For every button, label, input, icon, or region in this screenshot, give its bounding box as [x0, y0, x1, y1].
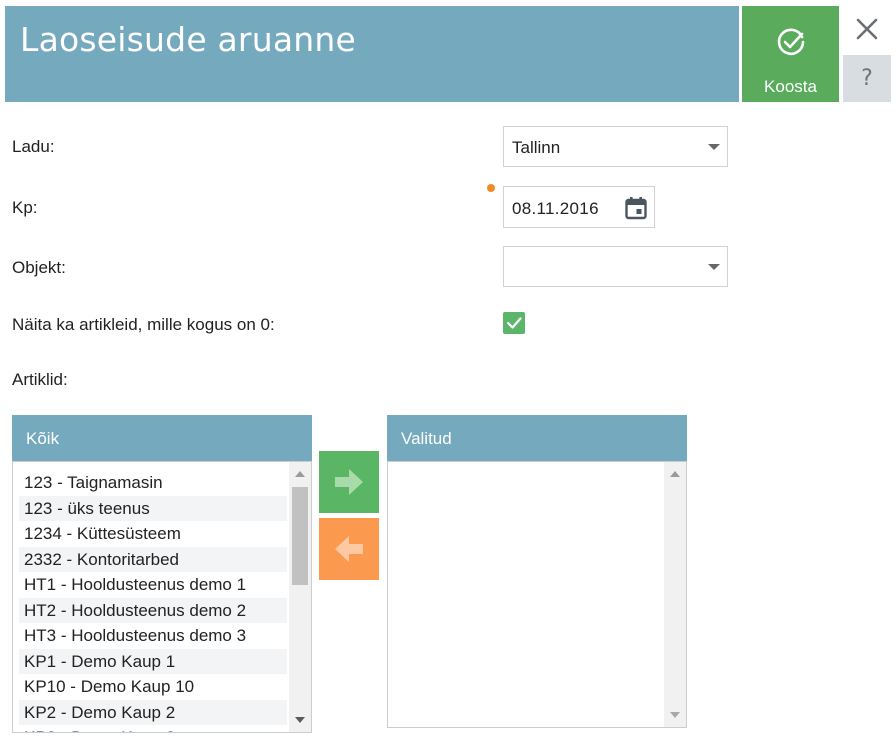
- selected-items-scrollbar[interactable]: [664, 462, 686, 727]
- help-button[interactable]: ?: [843, 55, 891, 102]
- list-item[interactable]: HT2 - Hooldusteenus demo 2: [19, 597, 287, 623]
- object-select[interactable]: [503, 246, 728, 287]
- all-items-title: Kõik: [26, 429, 60, 448]
- scroll-up-icon[interactable]: [670, 471, 680, 477]
- warehouse-value: Tallinn: [512, 138, 561, 157]
- page-title: Laoseisude aruanne: [20, 20, 356, 59]
- close-icon: [856, 18, 878, 40]
- list-item[interactable]: KP10 - Demo Kaup 10: [19, 674, 287, 700]
- build-report-label: Koosta: [764, 77, 817, 96]
- list-item[interactable]: 123 - üks teenus: [19, 495, 287, 521]
- show-zero-checkbox[interactable]: [503, 312, 525, 334]
- date-label: Kp:: [12, 198, 38, 217]
- warehouse-select[interactable]: Tallinn: [503, 126, 728, 167]
- selected-items-header: Valitud: [387, 415, 687, 461]
- object-label: Objekt:: [12, 258, 66, 277]
- chevron-down-icon: [708, 264, 720, 270]
- all-items-header: Kõik: [12, 415, 312, 461]
- arrow-left-icon: [335, 536, 363, 562]
- list-item[interactable]: KP1 - Demo Kaup 1: [19, 648, 287, 674]
- calendar-icon[interactable]: [625, 196, 647, 220]
- list-item[interactable]: 2332 - Kontoritarbed: [19, 546, 287, 572]
- list-item[interactable]: KP2 - Demo Kaup 2: [19, 699, 287, 725]
- articles-label: Artiklid:: [12, 370, 68, 389]
- scroll-down-icon[interactable]: [670, 712, 680, 718]
- scrollbar-thumb[interactable]: [292, 487, 308, 585]
- list-item[interactable]: KP3 - Demo Kaup 3: [19, 725, 287, 732]
- close-button[interactable]: [843, 6, 891, 52]
- checkmark-icon: [506, 317, 522, 329]
- list-item[interactable]: HT3 - Hooldusteenus demo 3: [19, 623, 287, 649]
- list-item[interactable]: 1234 - Küttesüsteem: [19, 521, 287, 547]
- selected-items-title: Valitud: [401, 429, 452, 448]
- add-selected-button[interactable]: [319, 451, 379, 513]
- date-field[interactable]: 08.11.2016: [503, 186, 655, 228]
- all-items-rows: 123 - Taignamasin 123 - üks teenus 1234 - …: [19, 470, 287, 732]
- chevron-down-icon: [708, 144, 720, 150]
- all-items-scrollbar[interactable]: [289, 462, 311, 732]
- remove-selected-button[interactable]: [319, 518, 379, 580]
- list-item[interactable]: 123 - Taignamasin: [19, 470, 287, 496]
- show-zero-label: Näita ka artikleid, mille kogus on 0:: [12, 315, 275, 334]
- all-items-list[interactable]: 123 - Taignamasin 123 - üks teenus 1234 - …: [12, 461, 312, 733]
- list-item[interactable]: HT1 - Hooldusteenus demo 1: [19, 572, 287, 598]
- check-circle-icon: [777, 28, 805, 56]
- date-value: 08.11.2016: [512, 199, 599, 218]
- selected-items-list[interactable]: [387, 461, 687, 728]
- scroll-up-icon[interactable]: [295, 471, 305, 477]
- required-indicator: [487, 184, 495, 192]
- warehouse-label: Ladu:: [12, 137, 55, 156]
- scroll-down-icon[interactable]: [295, 717, 305, 723]
- build-report-button[interactable]: Koosta: [742, 6, 839, 102]
- arrow-right-icon: [335, 469, 363, 495]
- page-header: Laoseisude aruanne: [5, 6, 739, 102]
